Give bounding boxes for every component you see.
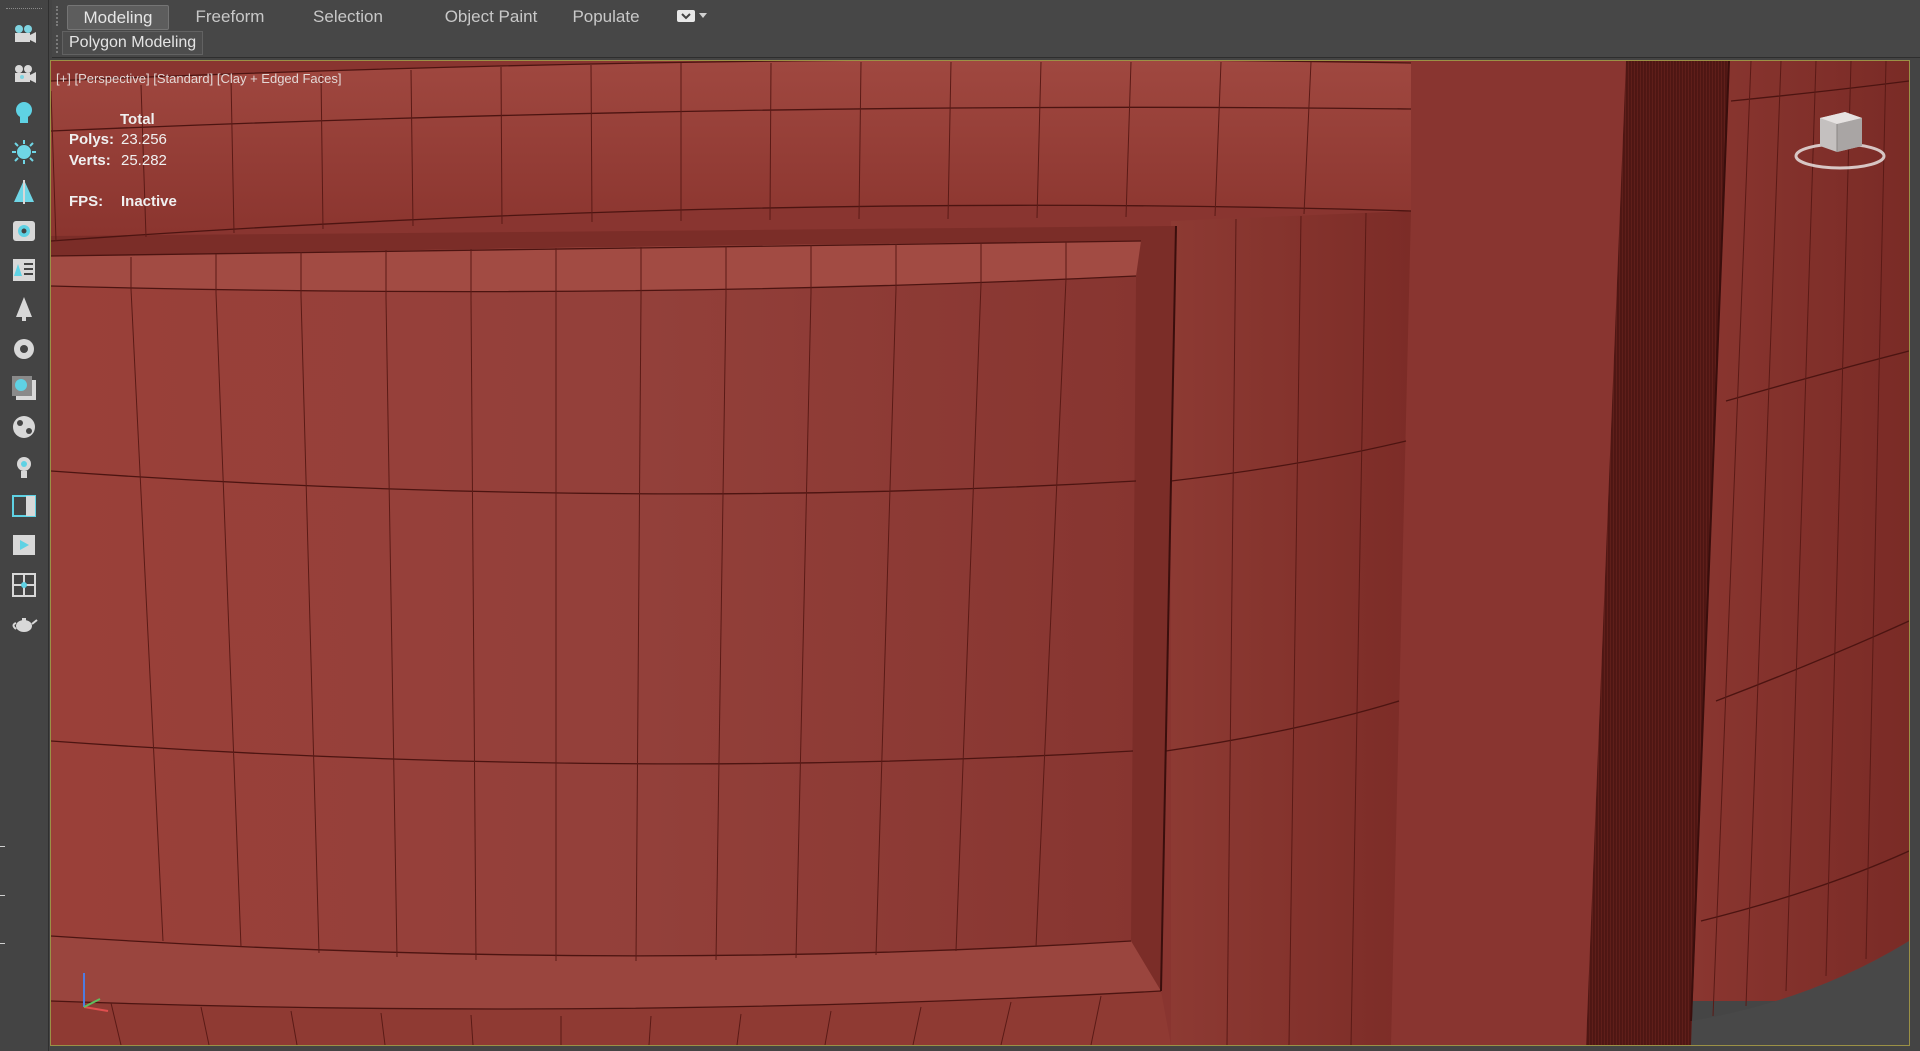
stats-polys: Polys: 23.256 [69, 131, 167, 148]
stats-header: Total [120, 111, 155, 128]
stats-fps-label: FPS: [69, 193, 104, 210]
window-icon[interactable] [8, 490, 40, 522]
ribbon-panel-grip[interactable] [56, 35, 60, 53]
polygon-modeling-button[interactable]: Polygon Modeling [62, 31, 204, 55]
tree-icon[interactable] [8, 176, 40, 208]
list-panel-icon[interactable] [8, 254, 40, 286]
viewport-general-menu[interactable]: [+] [56, 71, 71, 86]
rotate-camera-icon[interactable] [8, 215, 40, 247]
light-icon[interactable] [8, 451, 40, 483]
tab-object-paint[interactable]: Object Paint [430, 5, 552, 28]
viewcube[interactable] [1790, 104, 1890, 184]
gear-icon[interactable] [8, 333, 40, 365]
axis-tripod-icon [83, 973, 109, 1012]
perspective-viewport[interactable] [50, 60, 1910, 1046]
snap-grid-icon[interactable] [8, 569, 40, 601]
ribbon-grip[interactable] [56, 6, 60, 26]
viewport-point-of-view-menu[interactable]: [Perspective] [74, 71, 149, 86]
viewport-shading-preset-menu[interactable]: [Standard] [153, 71, 213, 86]
tab-modeling[interactable]: Modeling [67, 5, 169, 30]
toolbar-divider [0, 846, 5, 847]
clay-mesh-render [51, 61, 1909, 1045]
left-toolbar [0, 0, 49, 1051]
ribbon-panel-bar [52, 31, 1920, 58]
sun-icon[interactable] [8, 136, 40, 168]
stats-polys-label: Polys: [69, 131, 115, 148]
camera-icon[interactable] [8, 18, 40, 50]
toolbar-divider [0, 895, 5, 896]
chevron-down-icon [699, 13, 707, 18]
render-frame-icon[interactable] [8, 529, 40, 561]
stats-verts: Verts: 25.282 [69, 152, 167, 169]
tab-selection[interactable]: Selection [310, 5, 386, 28]
ribbon-options-icon [677, 10, 695, 22]
light-bulb-icon[interactable] [8, 97, 40, 129]
toolbar-divider [0, 943, 5, 944]
viewport-shaded-icon[interactable] [8, 372, 40, 404]
toolbar-grip[interactable] [6, 8, 42, 11]
pine-tree-icon[interactable] [8, 293, 40, 325]
viewport-visual-style-menu[interactable]: [Clay + Edged Faces] [217, 71, 342, 86]
tab-populate[interactable]: Populate [570, 5, 642, 28]
teapot-icon[interactable] [8, 608, 40, 640]
stats-verts-value: 25.282 [121, 152, 167, 169]
camera-icon[interactable] [8, 58, 40, 90]
render-sphere-icon[interactable] [8, 411, 40, 443]
ribbon-options-button[interactable] [677, 9, 711, 23]
stats-fps: FPS: Inactive [69, 193, 177, 210]
stats-polys-value: 23.256 [121, 131, 167, 148]
stats-verts-label: Verts: [69, 152, 111, 169]
tab-freeform[interactable]: Freeform [190, 5, 270, 28]
stats-fps-value: Inactive [121, 193, 177, 210]
viewcube-icon [1794, 112, 1886, 170]
viewport-label-menu: [+] [Perspective] [Standard] [Clay + Edg… [56, 71, 342, 86]
